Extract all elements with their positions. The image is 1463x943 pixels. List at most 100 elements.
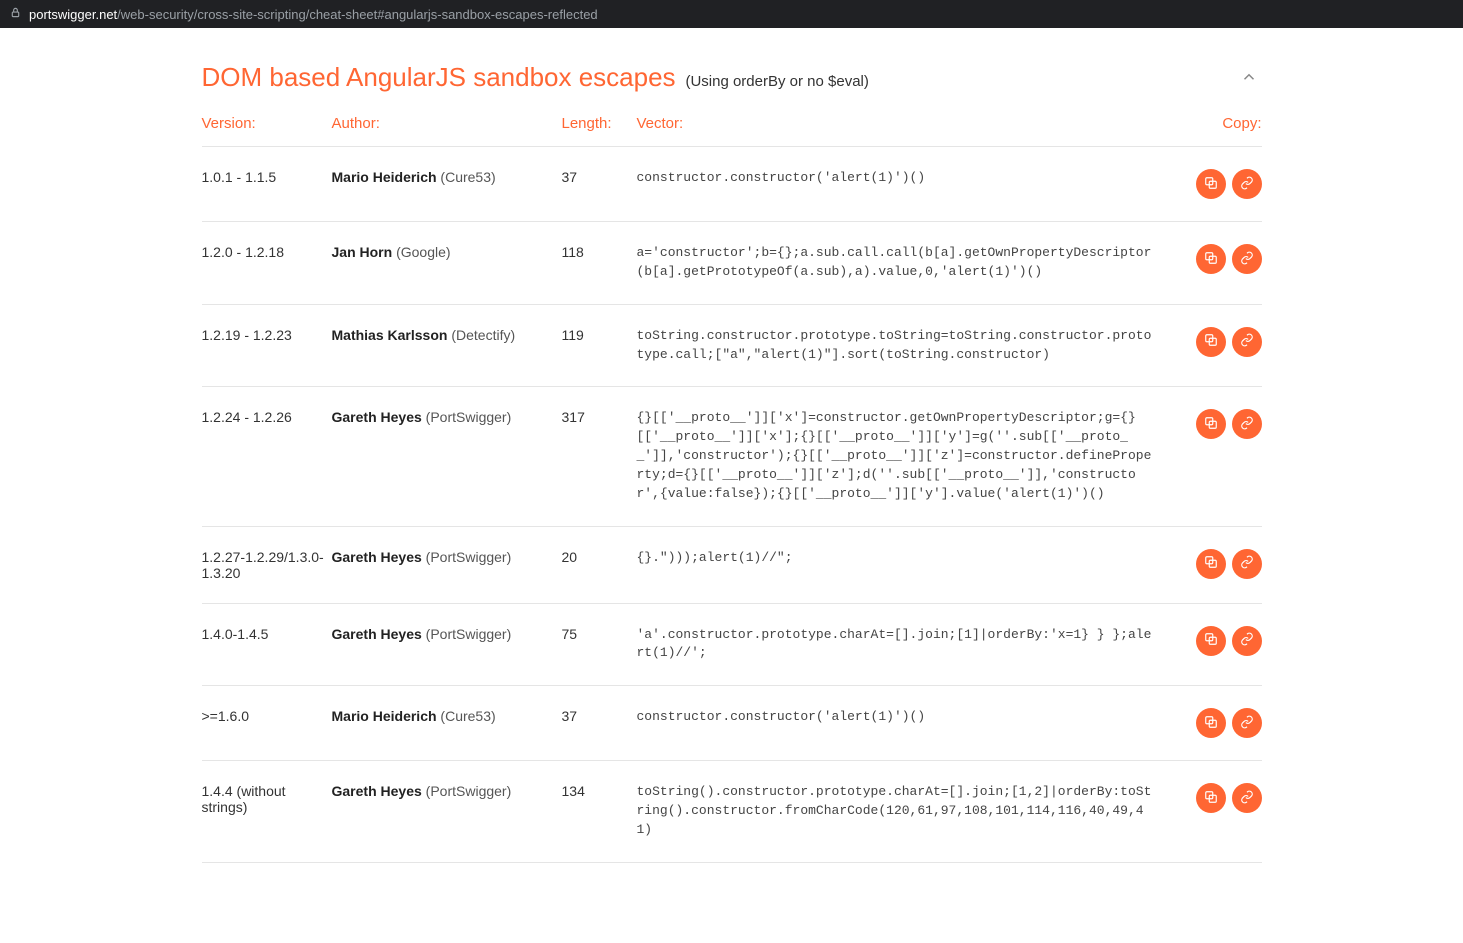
copy-icon xyxy=(1204,416,1218,433)
link-button[interactable] xyxy=(1232,409,1262,439)
version-cell: 1.0.1 - 1.1.5 xyxy=(202,169,332,185)
link-icon xyxy=(1240,176,1254,193)
link-button[interactable] xyxy=(1232,244,1262,274)
col-version: Version: xyxy=(202,115,332,132)
table-row: 1.2.0 - 1.2.18Jan Horn (Google)118a='con… xyxy=(202,222,1262,305)
table-row: 1.2.24 - 1.2.26Gareth Heyes (PortSwigger… xyxy=(202,387,1262,526)
length-cell: 118 xyxy=(562,244,637,260)
link-icon xyxy=(1240,333,1254,350)
length-cell: 37 xyxy=(562,169,637,185)
author-org: (PortSwigger) xyxy=(426,409,512,425)
copy-button[interactable] xyxy=(1196,783,1226,813)
col-vector: Vector: xyxy=(637,115,1172,132)
author-name: Mathias Karlsson xyxy=(332,327,448,343)
url-path: /web-security/cross-site-scripting/cheat… xyxy=(117,7,598,22)
copy-cell xyxy=(1172,708,1262,738)
link-icon xyxy=(1240,251,1254,268)
length-cell: 134 xyxy=(562,783,637,799)
vector-cell: constructor.constructor('alert(1)')() xyxy=(637,708,1172,727)
table-row: 1.0.1 - 1.1.5Mario Heiderich (Cure53) 37c… xyxy=(202,147,1262,222)
length-cell: 37 xyxy=(562,708,637,724)
author-cell: Mathias Karlsson (Detectify) xyxy=(332,327,562,343)
copy-button[interactable] xyxy=(1196,169,1226,199)
version-cell: 1.2.24 - 1.2.26 xyxy=(202,409,332,425)
vector-cell: a='constructor';b={};a.sub.call.call(b[a… xyxy=(637,244,1172,282)
copy-button[interactable] xyxy=(1196,327,1226,357)
author-cell: Jan Horn (Google) xyxy=(332,244,562,260)
link-button[interactable] xyxy=(1232,783,1262,813)
copy-cell xyxy=(1172,549,1262,579)
copy-button[interactable] xyxy=(1196,244,1226,274)
copy-icon xyxy=(1204,790,1218,807)
copy-button[interactable] xyxy=(1196,549,1226,579)
url-domain: portswigger.net xyxy=(29,7,117,22)
author-cell: Gareth Heyes (PortSwigger) xyxy=(332,549,562,565)
copy-cell xyxy=(1172,783,1262,813)
vector-cell: toString().constructor.prototype.charAt=… xyxy=(637,783,1172,840)
author-cell: Gareth Heyes (PortSwigger) xyxy=(332,409,562,425)
copy-icon xyxy=(1204,555,1218,572)
author-name: Jan Horn xyxy=(332,244,393,260)
url-text: portswigger.net/web-security/cross-site-… xyxy=(29,7,598,22)
author-cell: Gareth Heyes (PortSwigger) xyxy=(332,626,562,642)
browser-address-bar: portswigger.net/web-security/cross-site-… xyxy=(0,0,1463,28)
author-org: (PortSwigger) xyxy=(426,783,512,799)
page-content: DOM based AngularJS sandbox escapes (Usi… xyxy=(202,28,1262,903)
table-row: 1.2.19 - 1.2.23Mathias Karlsson (Detecti… xyxy=(202,305,1262,388)
link-button[interactable] xyxy=(1232,626,1262,656)
lock-icon xyxy=(10,7,21,21)
version-cell: 1.2.0 - 1.2.18 xyxy=(202,244,332,260)
author-name: Mario Heiderich xyxy=(332,708,437,724)
copy-button[interactable] xyxy=(1196,626,1226,656)
link-button[interactable] xyxy=(1232,169,1262,199)
author-name: Mario Heiderich xyxy=(332,169,437,185)
length-cell: 317 xyxy=(562,409,637,425)
vector-cell: constructor.constructor('alert(1)')() xyxy=(637,169,1172,188)
copy-icon xyxy=(1204,333,1218,350)
length-cell: 119 xyxy=(562,327,637,343)
length-cell: 75 xyxy=(562,626,637,642)
author-org: (PortSwigger) xyxy=(426,626,512,642)
copy-icon xyxy=(1204,251,1218,268)
copy-icon xyxy=(1204,176,1218,193)
table-header: Version: Author: Length: Vector: Copy: xyxy=(202,101,1262,147)
length-cell: 20 xyxy=(562,549,637,565)
table-row: 1.4.4 (without strings)Gareth Heyes (Por… xyxy=(202,761,1262,863)
link-button[interactable] xyxy=(1232,549,1262,579)
col-length: Length: xyxy=(562,115,637,132)
version-cell: 1.2.19 - 1.2.23 xyxy=(202,327,332,343)
table-body: 1.0.1 - 1.1.5Mario Heiderich (Cure53)37c… xyxy=(202,147,1262,863)
link-icon xyxy=(1240,715,1254,732)
copy-cell xyxy=(1172,169,1262,199)
copy-cell xyxy=(1172,327,1262,357)
version-cell: >=1.6.0 xyxy=(202,708,332,724)
version-cell: 1.4.0-1.4.5 xyxy=(202,626,332,642)
link-icon xyxy=(1240,416,1254,433)
col-copy: Copy: xyxy=(1172,115,1262,132)
link-icon xyxy=(1240,632,1254,649)
author-name: Gareth Heyes xyxy=(332,409,422,425)
vector-cell: toString.constructor.prototype.toString=… xyxy=(637,327,1172,365)
collapse-toggle[interactable] xyxy=(1236,64,1262,95)
copy-button[interactable] xyxy=(1196,409,1226,439)
link-button[interactable] xyxy=(1232,327,1262,357)
author-name: Gareth Heyes xyxy=(332,783,422,799)
table-row: 1.2.27-1.2.29/1.3.0-1.3.20Gareth Heyes (… xyxy=(202,527,1262,604)
copy-icon xyxy=(1204,715,1218,732)
section-title: DOM based AngularJS sandbox escapes xyxy=(202,62,676,92)
table-row: 1.4.0-1.4.5Gareth Heyes (PortSwigger)75'… xyxy=(202,604,1262,687)
author-org: (Detectify) xyxy=(451,327,515,343)
author-org: (Google) xyxy=(396,244,450,260)
author-org: (Cure53) xyxy=(440,169,495,185)
link-button[interactable] xyxy=(1232,708,1262,738)
link-icon xyxy=(1240,790,1254,807)
author-org: (Cure53) xyxy=(440,708,495,724)
escapes-table: Version: Author: Length: Vector: Copy: 1… xyxy=(202,101,1262,863)
copy-button[interactable] xyxy=(1196,708,1226,738)
vector-cell: {}.")));alert(1)//"; xyxy=(637,549,1172,568)
copy-cell xyxy=(1172,244,1262,274)
section-subtitle: (Using orderBy or no $eval) xyxy=(685,73,868,90)
section-header: DOM based AngularJS sandbox escapes (Usi… xyxy=(202,48,1262,101)
author-cell: Gareth Heyes (PortSwigger) xyxy=(332,783,562,799)
link-icon xyxy=(1240,555,1254,572)
